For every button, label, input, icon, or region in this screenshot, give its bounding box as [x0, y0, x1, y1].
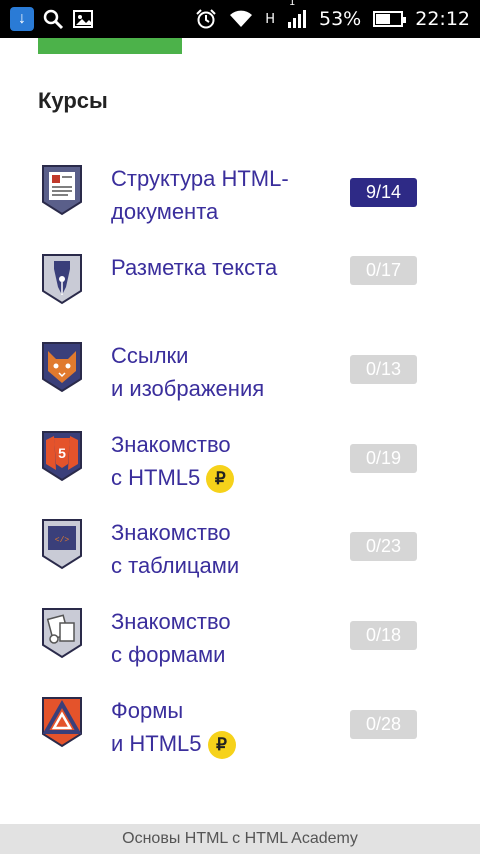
course-title-line: с HTML5 ₽ — [111, 461, 331, 494]
footer-title: Основы HTML с HTML Academy — [0, 824, 480, 854]
course-progress-badge: 0/28 — [350, 709, 417, 739]
course-title: Знакомство с HTML5 ₽ — [111, 428, 331, 494]
course-progress-badge: 0/18 — [350, 620, 417, 650]
course-title-text: и изображения — [111, 376, 265, 402]
course-progress-badge: 0/23 — [350, 532, 417, 562]
course-item[interactable]: Разметка текста 0/17 — [0, 239, 480, 328]
top-action-button[interactable] — [38, 38, 182, 54]
paid-course-badge: ₽ — [207, 730, 236, 759]
course-title: Формы и HTML5 ₽ — [111, 694, 331, 760]
pen-nib-shield-icon — [40, 253, 84, 305]
course-title-line: Знакомство — [111, 431, 231, 457]
course-title-text: с таблицами — [111, 553, 240, 579]
course-item[interactable]: 5 Знакомство с HTML5 ₽0/19 — [0, 416, 480, 505]
course-item[interactable]: Формы и HTML5 ₽0/28 — [0, 682, 480, 771]
search-icon — [42, 8, 64, 30]
clock: 22:12 — [415, 8, 470, 30]
course-title-line: и изображения — [111, 372, 331, 405]
sim-label: 1 — [289, 0, 296, 8]
course-title-text: с HTML5 — [111, 464, 201, 490]
image-icon — [72, 8, 94, 30]
course-progress-badge: 0/19 — [350, 443, 417, 473]
wifi-icon — [229, 9, 253, 29]
course-title: Структура HTML-документа — [111, 162, 331, 228]
course-title-text: с формами — [111, 641, 226, 667]
course-list: Структура HTML-документа 9/14 Разметка тек… — [0, 150, 480, 770]
course-title-line: Ссылки — [111, 343, 189, 369]
course-title-line: с таблицами — [111, 549, 331, 582]
paid-course-badge: ₽ — [206, 464, 235, 493]
course-title-line: Структура HTML- — [111, 166, 289, 191]
course-title-line: Разметка текста — [111, 254, 278, 280]
course-title-text: документа — [111, 199, 219, 224]
app-notification-icon: ↓ — [10, 7, 34, 31]
signal-icon: 1 — [287, 0, 307, 29]
course-title: Ссылки и изображения — [111, 339, 331, 405]
section-title: Курсы — [38, 88, 108, 113]
forms-shield-icon — [40, 607, 84, 659]
course-item[interactable]: Ссылки и изображения 0/13 — [0, 327, 480, 416]
course-title: Знакомство с таблицами — [111, 516, 331, 582]
course-title: Знакомство с формами — [111, 605, 331, 671]
course-progress-badge: 9/14 — [350, 178, 417, 207]
course-item[interactable]: </> Знакомство с таблицами 0/23 — [0, 504, 480, 593]
course-title-text: и HTML5 — [111, 730, 202, 756]
course-title-line: Знакомство — [111, 520, 231, 546]
network-type-label: H — [265, 11, 275, 27]
course-title-line: документа — [111, 195, 331, 228]
course-title-line: Формы — [111, 697, 184, 723]
battery-icon — [373, 11, 407, 27]
battery-percent: 53% — [319, 8, 362, 30]
course-title-line: Знакомство — [111, 608, 231, 634]
cat-shield-icon — [40, 341, 84, 393]
html5-shield-icon: 5 — [40, 430, 84, 482]
status-bar: ↓ H 1 53% 22:12 — [0, 0, 480, 38]
triangle-shield-icon — [40, 696, 84, 748]
svg-text:</>: </> — [55, 536, 70, 545]
course-title-line: и HTML5 ₽ — [111, 727, 331, 760]
svg-text:5: 5 — [58, 445, 66, 461]
course-item[interactable]: Структура HTML-документа 9/14 — [0, 150, 480, 239]
course-item[interactable]: Знакомство с формами 0/18 — [0, 593, 480, 682]
course-progress-badge: 0/17 — [350, 255, 417, 285]
document-shield-icon — [40, 164, 84, 216]
course-title-line: с формами — [111, 638, 331, 671]
course-title: Разметка текста — [111, 251, 331, 284]
code-shield-icon: </> — [40, 518, 84, 570]
course-progress-badge: 0/13 — [350, 355, 417, 385]
alarm-icon — [195, 8, 217, 30]
